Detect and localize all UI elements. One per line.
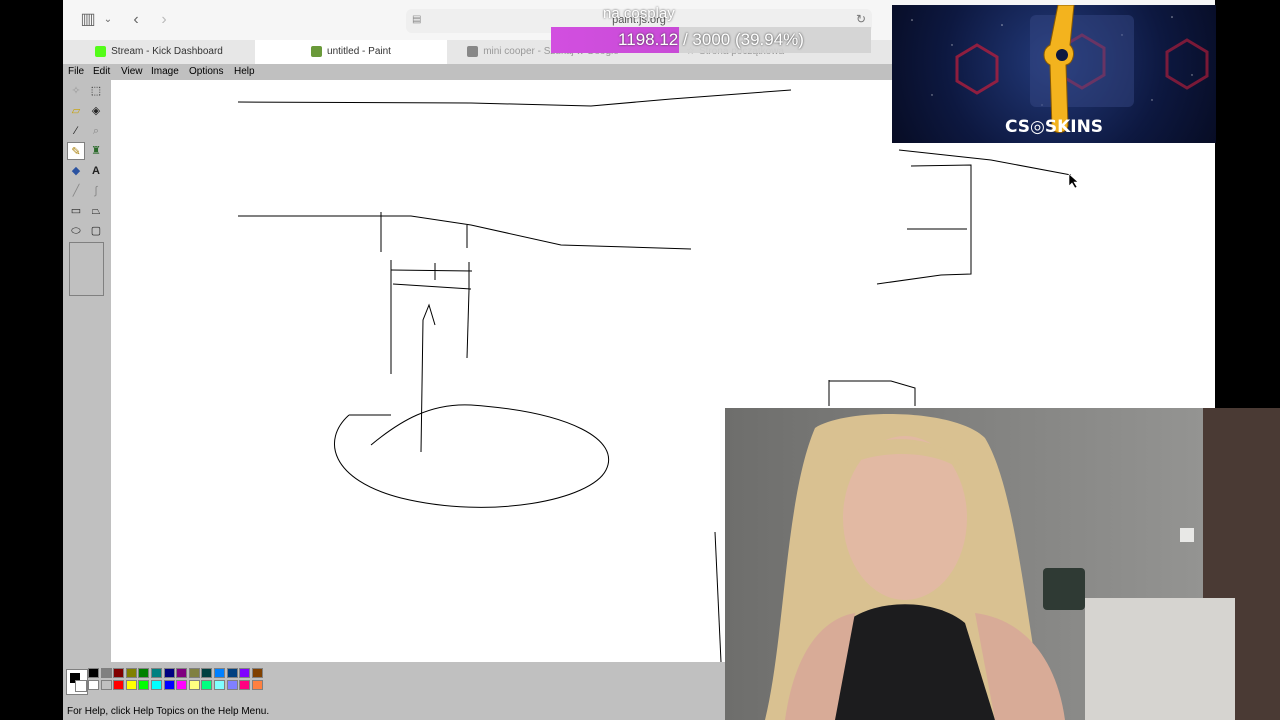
palette-swatch[interactable] [239,680,251,690]
palette-swatch[interactable] [151,668,162,678]
palette-swatch[interactable] [151,680,162,690]
current-colors[interactable] [66,669,88,695]
palette-swatch[interactable] [176,680,188,690]
tab-label: untitled - Paint [327,46,391,57]
palette-swatch[interactable] [226,668,238,678]
palette-swatch[interactable] [113,680,125,690]
sketch-line [828,380,916,406]
sketch-line [237,89,792,107]
palette-swatch[interactable] [201,668,213,678]
tool-options-box[interactable] [69,242,104,296]
pick-color-tool-icon[interactable]: ∕ [67,122,85,140]
palette-swatch[interactable] [88,680,99,690]
palette-swatch[interactable] [100,680,112,690]
fill-tool-icon[interactable]: ◈ [87,102,105,120]
google-icon [467,45,479,57]
menu-options[interactable]: Options [189,66,223,77]
palette-swatch[interactable] [214,680,225,690]
menu-help[interactable]: Help [234,66,255,77]
sidebar-toggle-icon[interactable]: ▥ [79,11,97,29]
rounded-rectangle-tool-icon[interactable]: ▢ [87,222,105,240]
palette-swatch[interactable] [138,680,150,690]
back-icon[interactable]: ‹ [127,11,145,29]
palette-swatch[interactable] [251,668,263,678]
palette-swatch[interactable] [239,668,251,678]
sketch-line [898,149,1072,176]
polygon-tool-icon[interactable]: ⏢ [87,202,105,220]
sketch-line [466,289,470,359]
chevron-down-icon[interactable]: ⌄ [99,11,117,29]
menu-file[interactable]: File [68,66,84,77]
palette-swatch[interactable] [125,680,137,690]
palette-swatch[interactable] [125,668,137,678]
sketch-ellipse [334,404,609,508]
line-tool-icon[interactable]: ╱ [67,182,85,200]
palette-swatch[interactable] [113,668,125,678]
sketch-line [876,164,972,285]
rectangle-tool-icon[interactable]: ▭ [67,202,85,220]
goal-title: na cosplay [603,5,675,22]
tab-kick-dashboard[interactable]: Stream - Kick Dashboard [63,40,255,64]
paint-icon [311,45,323,57]
palette-swatch[interactable] [100,668,112,678]
palette-swatch[interactable] [176,668,188,678]
secondary-color-swatch[interactable] [75,680,87,692]
sketch-line [420,303,436,453]
palette-swatch[interactable] [251,680,263,690]
palette-swatch[interactable] [188,680,200,690]
magnifier-tool-icon[interactable]: ⌕ [87,122,105,140]
webcam-image [725,408,1280,720]
hexagon-badge [955,43,999,95]
brush-tool-icon[interactable]: ♜ [87,142,105,160]
sketch-line [714,531,722,663]
goal-progress-bar: 1198.12 / 3000 (39.94%) [551,27,871,53]
pencil-tool-icon[interactable]: ✎ [67,142,85,160]
goal-progress-text: 1198.12 / 3000 (39.94%) [618,30,804,49]
palette-swatch[interactable] [88,668,99,678]
hexagon-badge [1165,38,1209,90]
select-tool-icon[interactable]: ⬚ [87,82,105,100]
airbrush-tool-icon[interactable]: ◆ [67,162,85,180]
forward-icon[interactable]: › [155,11,173,29]
text-tool-icon[interactable]: A [87,162,105,180]
mouse-cursor-icon [1068,173,1079,189]
palette-swatch[interactable] [188,668,200,678]
webcam-feed [725,408,1280,720]
menu-view[interactable]: View [121,66,143,77]
palette-swatch[interactable] [214,668,225,678]
paint-toolbox: ✧ ⬚ ▱ ◈ ∕ ⌕ ✎ ♜ ◆ A ╱ ∫ ▭ ⏢ ⬭ ▢ [63,80,111,662]
kick-icon [95,45,107,57]
ad-brand-logo: CS⁠◎SKINS [1004,117,1104,137]
curve-tool-icon[interactable]: ∫ [87,182,105,200]
sketch-line [390,262,473,290]
palette-swatch[interactable] [138,668,150,678]
eraser-tool-icon[interactable]: ▱ [67,102,85,120]
tab-label: Stream - Kick Dashboard [111,46,223,57]
palette-swatch[interactable] [201,680,213,690]
reload-icon[interactable]: ↻ [856,12,866,26]
ellipse-tool-icon[interactable]: ⬭ [67,222,85,240]
palette-swatch[interactable] [226,680,238,690]
palette-swatch[interactable] [163,668,175,678]
palette-swatch[interactable] [163,680,175,690]
sketch-line [238,215,692,250]
menu-edit[interactable]: Edit [93,66,110,77]
free-select-tool-icon[interactable]: ✧ [67,82,85,100]
tab-paint[interactable]: untitled - Paint [255,40,447,64]
sponsor-ad[interactable]: CS⁠◎SKINS [892,5,1216,143]
menu-image[interactable]: Image [151,66,179,77]
